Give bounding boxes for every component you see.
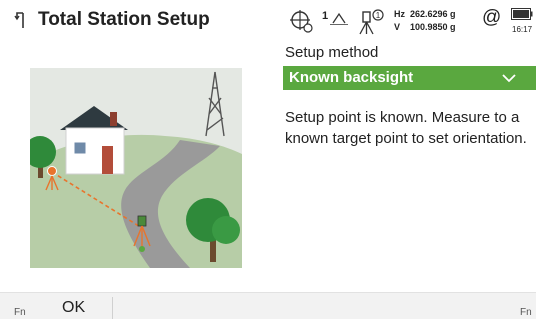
back-arrow-icon[interactable] [14, 9, 28, 31]
prism-icon [330, 12, 348, 25]
page-title: Total Station Setup [38, 9, 210, 30]
softkey-bar: Fn OK Fn [0, 292, 536, 319]
v-label: V [394, 22, 401, 32]
at-symbol[interactable]: @ [482, 7, 501, 29]
angle-readout: Hz 262.6296 g V 100.9850 g [394, 8, 456, 34]
instrument-icon[interactable]: 1 [357, 8, 385, 36]
ok-button[interactable]: OK [55, 299, 113, 319]
v-value: 100.9850 g [410, 22, 456, 32]
setup-method-value: Known backsight [289, 69, 414, 86]
header-bar: Total Station Setup 1 1 Hz 262.6296 g V 10… [0, 0, 536, 42]
chevron-down-icon [502, 74, 516, 83]
clock: 16:17 [512, 25, 533, 34]
setup-illustration [30, 68, 242, 268]
crosshair-icon[interactable] [288, 8, 314, 34]
prism-status[interactable]: 1 [322, 8, 352, 34]
setup-method-dropdown[interactable]: Known backsight [283, 66, 536, 90]
hz-label: Hz [394, 9, 405, 19]
battery-icon[interactable] [511, 8, 533, 20]
fn-key-left[interactable]: Fn [14, 307, 26, 318]
softkey-divider [112, 297, 113, 319]
svg-text:1: 1 [376, 11, 381, 20]
fn-key-right[interactable]: Fn [520, 307, 532, 318]
prism-count: 1 [322, 10, 329, 22]
hz-value: 262.6296 g [410, 9, 456, 19]
setup-description: Setup point is known. Measure to a known… [285, 109, 527, 147]
setup-method-label: Setup method [285, 44, 379, 61]
